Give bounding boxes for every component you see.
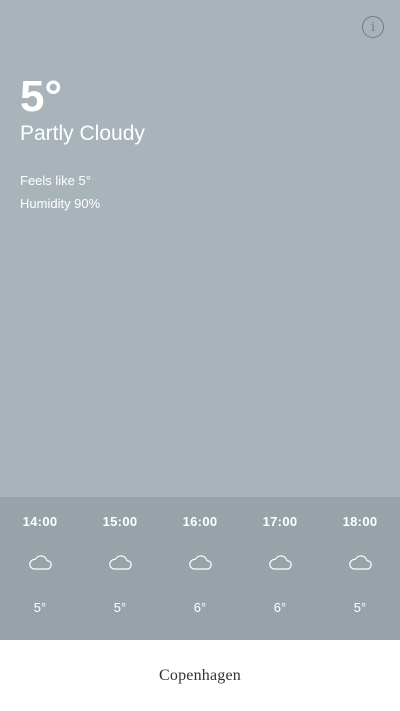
- hourly-temperature: 5°: [33, 600, 47, 615]
- feels-like-text: Feels like 5°: [20, 173, 91, 188]
- info-icon[interactable]: i: [362, 16, 384, 38]
- weather-condition: Partly Cloudy: [20, 122, 145, 145]
- info-icon-glyph: i: [371, 20, 375, 34]
- cloud-icon: [29, 555, 52, 570]
- cloud-icon: [349, 555, 372, 570]
- current-temperature: 5°: [20, 72, 63, 121]
- hourly-item: 15:00 5°: [80, 497, 160, 640]
- hourly-item: 17:00 6°: [240, 497, 320, 640]
- hourly-time: 17:00: [262, 514, 298, 529]
- hourly-time: 14:00: [22, 514, 58, 529]
- hourly-temperature: 5°: [353, 600, 367, 615]
- city-bar[interactable]: Copenhagen: [0, 640, 400, 711]
- cloud-icon: [269, 555, 292, 570]
- hourly-time: 16:00: [182, 514, 218, 529]
- hourly-item: 18:00 5°: [320, 497, 400, 640]
- hourly-temperature: 6°: [273, 600, 287, 615]
- hourly-time: 18:00: [342, 514, 378, 529]
- hourly-time: 15:00: [102, 514, 138, 529]
- hourly-forecast: 14:00 5° 15:00 5° 16:00 6° 17:00 6° 18:0…: [0, 497, 400, 640]
- hourly-temperature: 6°: [193, 600, 207, 615]
- cloud-icon: [189, 555, 212, 570]
- hourly-item: 16:00 6°: [160, 497, 240, 640]
- humidity-text: Humidity 90%: [20, 196, 101, 211]
- cloud-icon: [109, 555, 132, 570]
- hourly-temperature: 5°: [113, 600, 127, 615]
- hourly-item: 14:00 5°: [0, 497, 80, 640]
- weather-screen: i 5° Partly Cloudy Feels like 5° Humidit…: [0, 0, 400, 711]
- current-weather-panel: i 5° Partly Cloudy Feels like 5° Humidit…: [0, 0, 400, 497]
- city-name: Copenhagen: [159, 666, 241, 684]
